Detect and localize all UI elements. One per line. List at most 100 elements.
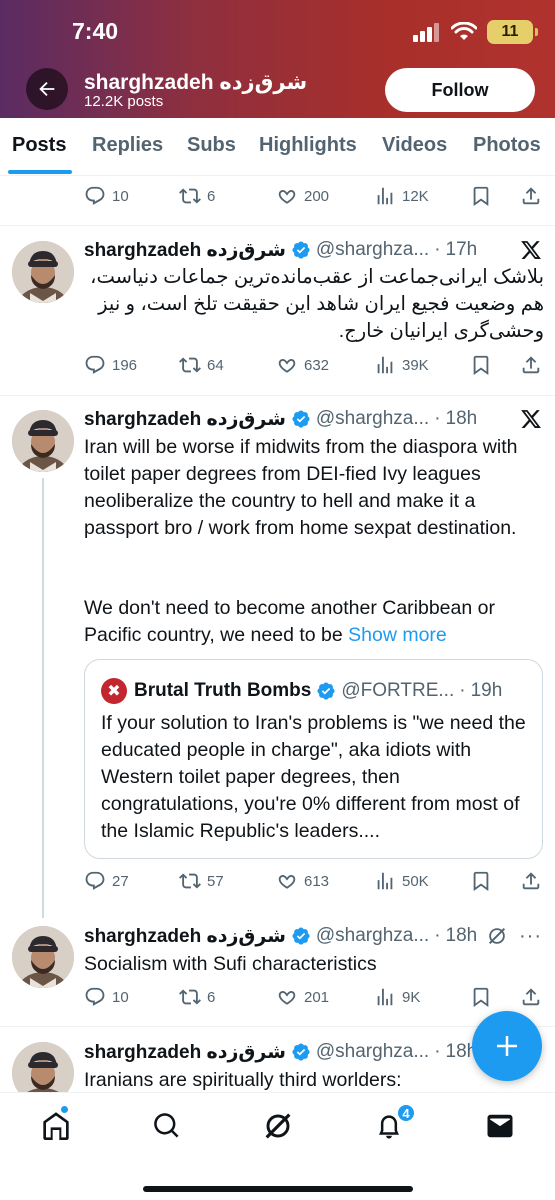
compose-button[interactable]	[472, 1011, 542, 1081]
tab-posts[interactable]: Posts	[12, 134, 66, 157]
bookmark-button[interactable]	[470, 185, 492, 207]
verified-badge-icon	[291, 240, 311, 260]
repost-button[interactable]: 64	[179, 354, 224, 376]
avatar[interactable]	[12, 241, 74, 303]
follow-button[interactable]: Follow	[385, 68, 535, 112]
repost-count: 6	[207, 988, 216, 1006]
separator-dot: ·	[434, 408, 441, 429]
repost-icon	[179, 185, 201, 207]
like-button[interactable]: 613	[276, 870, 329, 892]
more-options-icon[interactable]: ···	[519, 925, 542, 948]
bookmark-button[interactable]	[470, 986, 492, 1008]
grok-icon[interactable]	[486, 925, 508, 947]
tab-subs[interactable]: Subs	[187, 134, 236, 157]
views-button[interactable]: 50K	[374, 870, 429, 892]
repost-button[interactable]: 6	[179, 986, 215, 1008]
share-button[interactable]	[520, 185, 542, 207]
quoted-tweet[interactable]: ✖ Brutal Truth Bombs @FORTRE... · 19h If…	[84, 659, 543, 859]
tab-photos[interactable]: Photos	[473, 134, 541, 157]
reply-button[interactable]: 196	[84, 354, 137, 376]
author-handle[interactable]: @sharghza...	[316, 239, 429, 261]
reply-count: 27	[112, 872, 129, 890]
posts-count: 12.2K posts	[84, 93, 164, 110]
tab-replies[interactable]: Replies	[92, 134, 163, 157]
share-button[interactable]	[520, 986, 542, 1008]
status-time: 7:40	[72, 18, 119, 44]
share-button[interactable]	[520, 870, 542, 892]
repost-button[interactable]: 6	[179, 185, 215, 207]
repost-count: 64	[207, 356, 224, 374]
reply-count: 10	[112, 988, 129, 1006]
author-handle[interactable]: @sharghza...	[316, 925, 429, 947]
views-button[interactable]: 39K	[374, 354, 429, 376]
view-count: 39K	[402, 356, 429, 374]
bookmark-button[interactable]	[470, 354, 492, 376]
nav-search[interactable]	[150, 1109, 184, 1143]
tab-highlights[interactable]: Highlights	[259, 134, 357, 157]
arrow-left-icon	[39, 81, 55, 97]
views-button[interactable]: 12K	[374, 185, 429, 207]
author-name[interactable]: sharghzadeh شرق‌زده	[84, 239, 286, 262]
bookmark-icon	[470, 986, 492, 1008]
tweet-time[interactable]: 18h	[446, 925, 478, 947]
separator-dot: ·	[459, 680, 466, 701]
notifications-badge: 4	[396, 1103, 416, 1123]
profile-header: 7:40 11 sharghzadeh شرق‌زده 12.2K posts …	[0, 0, 555, 118]
share-button[interactable]	[520, 354, 542, 376]
avatar[interactable]	[12, 926, 74, 988]
author-name[interactable]: sharghzadeh شرق‌زده	[84, 1041, 286, 1064]
like-button[interactable]: 632	[276, 354, 329, 376]
reply-count: 196	[112, 356, 138, 374]
separator-dot: ·	[434, 239, 441, 260]
back-button[interactable]	[26, 68, 68, 110]
nav-home[interactable]	[39, 1109, 73, 1143]
like-count: 201	[304, 988, 330, 1006]
reply-button[interactable]: 10	[84, 185, 129, 207]
tab-videos[interactable]: Videos	[382, 134, 447, 157]
like-button[interactable]: 201	[276, 986, 329, 1008]
bookmark-icon	[470, 354, 492, 376]
profile-tabs: Posts Replies Subs Highlights Videos Pho…	[0, 118, 555, 176]
tweet-text: Iran will be worse if midwits from the d…	[84, 436, 518, 539]
reply-icon	[84, 986, 106, 1008]
tweet-2-actions: 27 57 613 50K	[84, 870, 544, 896]
repost-button[interactable]: 57	[179, 870, 224, 892]
tweet-time[interactable]: 17h	[446, 239, 478, 261]
avatar[interactable]	[12, 410, 74, 472]
bookmark-icon	[470, 185, 492, 207]
home-unread-dot	[60, 1105, 69, 1114]
reply-button[interactable]: 27	[84, 870, 129, 892]
x-logo-icon	[520, 408, 542, 430]
views-icon	[374, 354, 396, 376]
divider	[0, 395, 555, 396]
tweet-text: Socialism with Sufi characteristics	[84, 953, 377, 975]
author-name[interactable]: sharghzadeh شرق‌زده	[84, 925, 286, 948]
quote-text: If your solution to Iran's problems is "…	[101, 712, 526, 842]
views-icon	[374, 986, 396, 1008]
author-handle[interactable]: @sharghza...	[316, 1041, 429, 1063]
bottom-navigation: 4	[0, 1092, 555, 1200]
like-button[interactable]: 200	[276, 185, 329, 207]
verified-badge-icon	[316, 681, 336, 701]
tweet-3-actions: 10 6 201 9K	[84, 986, 544, 1012]
separator-dot: ·	[434, 925, 441, 946]
author-name[interactable]: sharghzadeh شرق‌زده	[84, 408, 286, 431]
heart-icon	[276, 185, 298, 207]
reply-button[interactable]: 10	[84, 986, 129, 1008]
tweet-time[interactable]: 18h	[446, 408, 478, 430]
tweet-text-continued: We don't need to become another Caribbea…	[84, 595, 544, 649]
repost-icon	[179, 870, 201, 892]
battery-indicator: 11	[487, 20, 538, 44]
reply-icon	[84, 870, 106, 892]
nav-messages[interactable]	[483, 1109, 517, 1143]
repost-count: 6	[207, 187, 216, 205]
author-handle[interactable]: @sharghza...	[316, 408, 429, 430]
views-button[interactable]: 9K	[374, 986, 420, 1008]
reply-icon	[84, 354, 106, 376]
verified-badge-icon	[291, 926, 311, 946]
show-more-link[interactable]: Show more	[348, 624, 447, 646]
bookmark-button[interactable]	[470, 870, 492, 892]
nav-grok[interactable]	[261, 1109, 295, 1143]
views-icon	[374, 185, 396, 207]
heart-icon	[276, 986, 298, 1008]
